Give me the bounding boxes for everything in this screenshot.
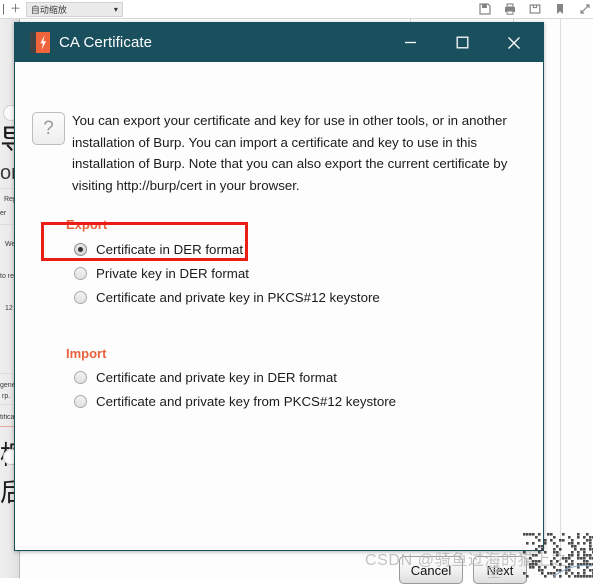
radio-certificate-der[interactable]: Certificate in DER format — [74, 240, 243, 259]
radio-label: Certificate in DER format — [96, 242, 244, 257]
radio-indicator — [74, 243, 87, 256]
minimize-button[interactable] — [387, 23, 433, 62]
radio-indicator — [74, 267, 87, 280]
dialog-title-bar: CA Certificate — [15, 23, 543, 62]
radio-import-cert-key-pkcs12[interactable]: Certificate and private key from PKCS#12… — [74, 392, 396, 411]
background-right-divider — [560, 19, 561, 578]
help-icon[interactable]: ? — [32, 112, 65, 145]
save-icon[interactable] — [479, 3, 491, 15]
radio-label: Certificate and private key in DER forma… — [96, 370, 337, 385]
bookmark-icon[interactable] — [554, 3, 566, 15]
radio-indicator — [74, 371, 87, 384]
fit-page-icon[interactable] — [529, 3, 541, 15]
expand-icon[interactable] — [579, 3, 591, 15]
background-fragment: er — [0, 210, 7, 217]
zoom-in-icon[interactable]: ＋ — [10, 3, 21, 15]
next-button[interactable]: Next — [473, 556, 527, 584]
background-fragment: to re — [0, 273, 15, 280]
zoom-level-select[interactable]: 自动缩放 ▾ — [25, 1, 123, 17]
radio-label: Certificate and private key in PKCS#12 k… — [96, 290, 380, 305]
radio-indicator — [74, 291, 87, 304]
dialog-description: You can export your certificate and key … — [72, 113, 508, 193]
zoom-level-value: 自动缩放 — [30, 4, 67, 15]
background-fragment: rp. — [2, 393, 11, 400]
radio-label: Private key in DER format — [96, 266, 249, 281]
radio-indicator — [74, 395, 87, 408]
dialog-title: CA Certificate — [59, 34, 153, 51]
chevron-down-icon: ▾ — [113, 4, 118, 14]
export-group-label: Export — [66, 217, 108, 232]
toolbar-left-group: | ＋ 自动缩放 ▾ — [0, 0, 123, 18]
radio-import-cert-key-der[interactable]: Certificate and private key in DER forma… — [74, 368, 337, 387]
background-toolbar: | ＋ 自动缩放 ▾ — [0, 0, 593, 19]
import-group-label: Import — [66, 346, 107, 361]
background-fragment: 12 — [5, 305, 13, 312]
close-button[interactable] — [491, 23, 537, 62]
toolbar-right-group — [479, 0, 591, 18]
radio-cert-and-key-pkcs12[interactable]: Certificate and private key in PKCS#12 k… — [74, 288, 380, 307]
print-icon[interactable] — [504, 3, 516, 15]
maximize-button[interactable] — [439, 23, 485, 62]
radio-private-key-der[interactable]: Private key in DER format — [74, 264, 249, 283]
radio-label: Certificate and private key from PKCS#12… — [96, 394, 397, 409]
dialog-body: ? You can export your certificate and ke… — [15, 62, 543, 584]
burp-suite-icon — [30, 32, 50, 53]
ca-certificate-dialog: CA Certificate ? You can export your cer… — [14, 22, 544, 584]
cancel-button[interactable]: Cancel — [399, 556, 463, 584]
background-fragment: tifica — [0, 414, 15, 421]
toolbar-divider-glyph: | — [2, 2, 5, 15]
